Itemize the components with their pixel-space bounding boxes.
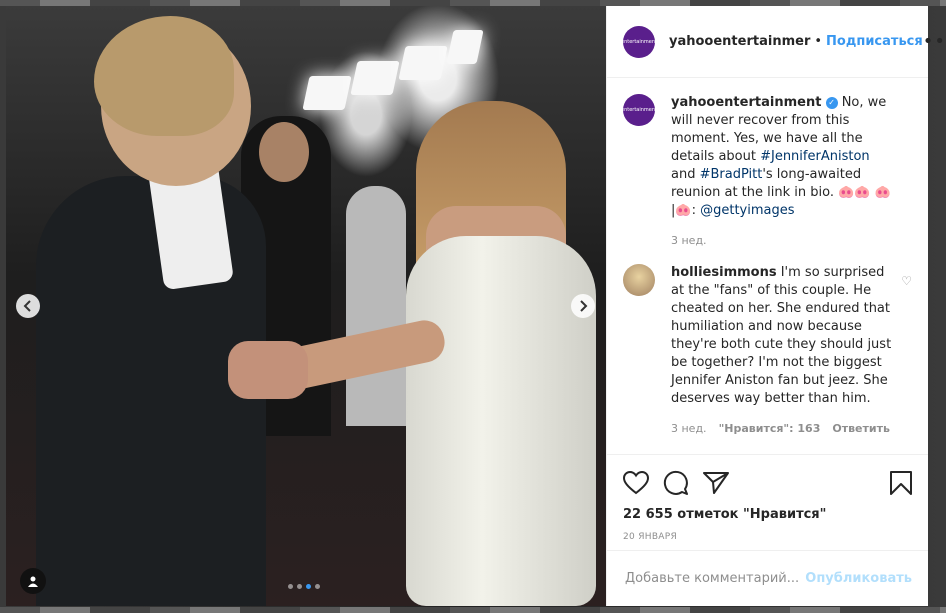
woman-dress	[406, 236, 596, 606]
caption-time[interactable]: 3 нед.	[671, 232, 707, 250]
post-modal: entertainment yahooentertainmer • Подпис…	[6, 6, 946, 606]
more-options-button[interactable]: •••	[923, 31, 946, 52]
carousel-dot-active	[306, 584, 311, 589]
chevron-left-icon	[23, 300, 31, 312]
post-photo[interactable]	[6, 6, 606, 606]
man-hair	[94, 16, 234, 136]
carousel-indicator	[288, 584, 320, 589]
caption-username[interactable]: yahooentertainment	[671, 95, 821, 110]
chevron-right-icon	[580, 300, 588, 312]
post-header: entertainment yahooentertainmer • Подпис…	[607, 6, 946, 78]
tagged-users-button[interactable]	[20, 568, 46, 594]
caption-body: yahooentertainment ✓ No, we will never r…	[671, 94, 893, 250]
avatar-logo-text: entertainment	[621, 107, 657, 113]
hashtag-link[interactable]: #JenniferAniston	[760, 149, 870, 164]
caption-meta: 3 нед.	[671, 232, 893, 250]
comment-input[interactable]	[623, 570, 806, 587]
comment-meta: 3 нед. "Нравится": 163 Ответить	[671, 420, 893, 438]
carousel-dot	[297, 584, 302, 589]
post-date[interactable]: 20 ЯНВАРЯ	[623, 532, 912, 542]
reply-button[interactable]: Ответить	[832, 420, 890, 438]
user-tag-icon	[28, 576, 38, 587]
author-avatar[interactable]: entertainment	[621, 25, 657, 58]
commenter-avatar[interactable]	[623, 264, 655, 296]
likes-count[interactable]: 22 655 отметок "Нравится"	[623, 507, 912, 522]
caption: entertainment yahooentertainment ✓ No, w…	[621, 94, 912, 250]
header-separator: •	[814, 34, 823, 49]
caption-text: and	[671, 167, 700, 182]
comment-likes[interactable]: "Нравится": 163	[719, 420, 821, 438]
bookmark-icon[interactable]	[890, 471, 912, 495]
next-photo-button[interactable]	[571, 294, 595, 318]
caption-avatar[interactable]: entertainment	[621, 94, 657, 126]
heart-icon[interactable]	[623, 471, 649, 495]
comment-icon[interactable]	[663, 470, 689, 496]
post-actions: 22 655 отметок "Нравится" 20 ЯНВАРЯ	[607, 454, 928, 550]
comment-text: I'm so surprised at the "fans" of this c…	[671, 265, 892, 406]
avatar-logo-text: entertainment	[621, 38, 657, 45]
author-username[interactable]: yahooentertainmer	[669, 34, 810, 49]
action-bar	[623, 463, 912, 503]
background-person	[346, 186, 406, 426]
comment-item: holliesimmons I'm so surprised at the "f…	[623, 264, 912, 438]
post-comment-button[interactable]: Опубликовать	[805, 571, 912, 586]
previous-photo-button[interactable]	[16, 294, 40, 318]
post-sidebar: entertainment yahooentertainmer • Подпис…	[606, 6, 946, 606]
add-comment-form: Опубликовать	[607, 550, 928, 606]
mention-link[interactable]: @gettyimages	[700, 203, 794, 218]
hashtag-link[interactable]: #BradPitt	[700, 167, 763, 182]
commenter-username[interactable]: holliesimmons	[671, 265, 777, 280]
comment-body: holliesimmons I'm so surprised at the "f…	[671, 264, 893, 438]
background-feed-bottom	[0, 607, 946, 613]
share-icon[interactable]	[703, 471, 729, 495]
comment-like-heart-icon[interactable]: ♡	[901, 272, 912, 290]
verified-badge-icon: ✓	[825, 96, 838, 109]
held-hand	[228, 341, 308, 399]
comment-time[interactable]: 3 нед.	[671, 420, 707, 438]
carousel-dot	[315, 584, 320, 589]
comments-section[interactable]: entertainment yahooentertainment ✓ No, w…	[607, 78, 928, 454]
carousel-dot	[288, 584, 293, 589]
follow-button[interactable]: Подписаться	[826, 34, 923, 49]
